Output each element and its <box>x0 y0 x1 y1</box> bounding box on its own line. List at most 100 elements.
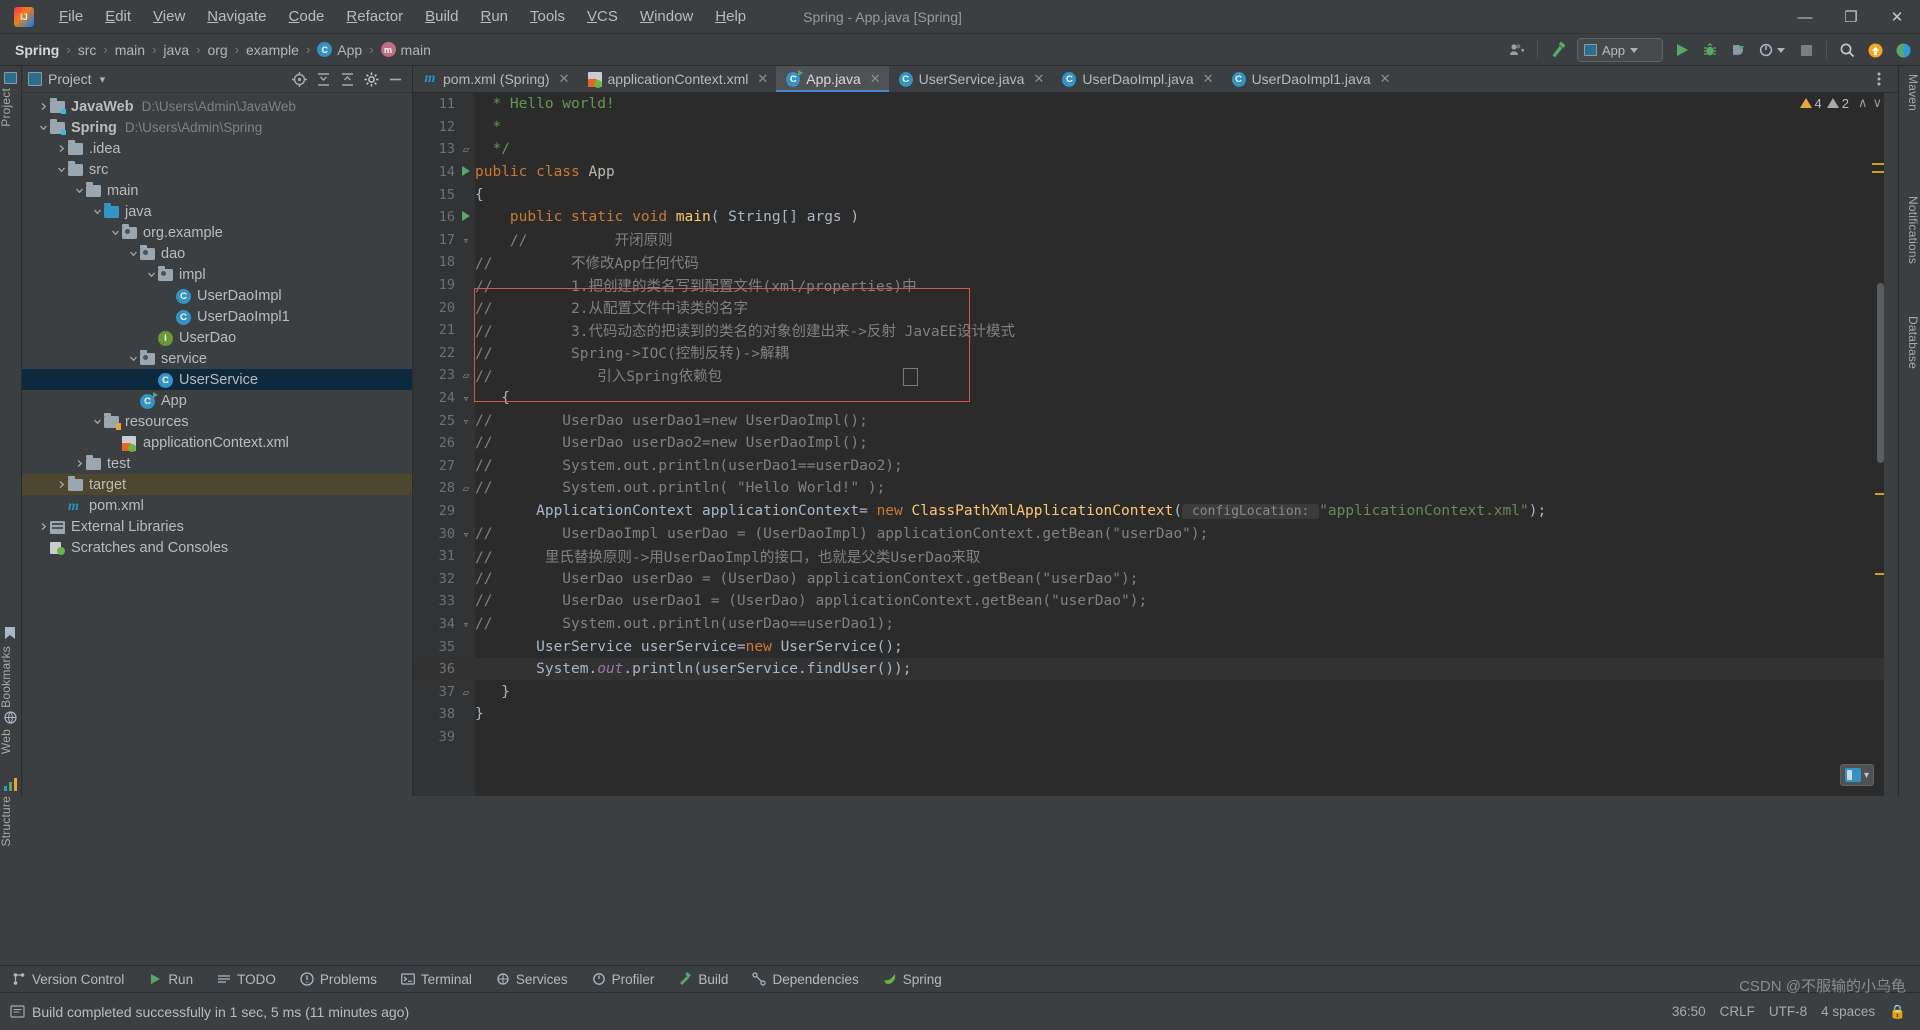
breadcrumb-item-spring[interactable]: Spring <box>10 40 64 60</box>
tree-node-external-libraries[interactable]: External Libraries <box>22 516 412 537</box>
fold-end-icon[interactable]: ▱ <box>463 369 470 382</box>
search-everywhere-icon[interactable] <box>1834 38 1860 62</box>
chevron-down-icon[interactable] <box>108 226 122 240</box>
menu-navigate[interactable]: Navigate <box>196 4 277 29</box>
run-icon[interactable] <box>1669 38 1695 62</box>
tree-node-userservice[interactable]: C UserService <box>22 369 412 390</box>
breadcrumb-item-org[interactable]: org <box>202 40 232 60</box>
tree-node-scratches-and-consoles[interactable]: Scratches and Consoles <box>22 537 412 558</box>
code-line[interactable]: 34 ▿ // System.out.println(userDao==userDa… <box>413 613 1884 636</box>
inspections-widget[interactable]: 4 2 ∧ ∨ <box>1799 95 1882 111</box>
editor-scrollbar[interactable] <box>1877 283 1884 463</box>
menu-window[interactable]: Window <box>629 4 704 29</box>
chevron-down-icon[interactable]: ▾ <box>1864 770 1869 781</box>
file-encoding[interactable]: UTF-8 <box>1769 1004 1807 1019</box>
menu-help[interactable]: Help <box>704 4 757 29</box>
prev-problem-icon[interactable]: ∧ <box>1858 95 1868 111</box>
tab-close-icon[interactable]: ✕ <box>559 71 570 87</box>
tree-node-dao[interactable]: dao <box>22 243 412 264</box>
line-separator[interactable]: CRLF <box>1720 1004 1755 1019</box>
chevron-down-icon[interactable]: ▾ <box>100 73 106 86</box>
strip-item-database[interactable]: Database <box>1898 316 1920 369</box>
code-line[interactable]: 28 ▱ // System.out.println( "Hello World!"… <box>413 477 1884 500</box>
breadcrumb-item-app[interactable]: C App <box>312 40 367 60</box>
menu-file[interactable]: File <box>48 4 94 29</box>
chevron-down-icon[interactable] <box>90 415 104 429</box>
tree-node-resources[interactable]: resources <box>22 411 412 432</box>
code-line[interactable]: 32 // UserDao userDao = (UserDao) applica… <box>413 567 1884 590</box>
close-button[interactable]: ✕ <box>1874 0 1920 34</box>
code-line[interactable]: 16 public static void main( String[] arg… <box>413 206 1884 229</box>
code-line[interactable]: 26 // UserDao userDao2=new UserDaoImpl(); <box>413 432 1884 455</box>
code-line[interactable]: 36 System.out.println(userService.findUs… <box>413 657 1884 681</box>
breadcrumb-item-main[interactable]: m main <box>376 40 436 60</box>
editor-tab-userservice-java[interactable]: C UserService.java ✕ <box>889 66 1053 92</box>
tree-node-applicationcontext-xml[interactable]: applicationContext.xml <box>22 432 412 453</box>
menu-run[interactable]: Run <box>469 4 519 29</box>
chevron-down-icon[interactable] <box>90 205 104 219</box>
code-line[interactable]: 23 ▱ // 引入Spring依赖包 <box>413 364 1884 387</box>
strip-item-structure[interactable]: Structure <box>0 796 21 847</box>
code-lines[interactable]: 11 * Hello world! 12 * 13 ▱ */14 public clas… <box>413 93 1884 796</box>
fold-open-icon[interactable]: ▿ <box>463 528 470 541</box>
tool-window-services[interactable]: Services <box>484 966 580 993</box>
breadcrumb-item-java[interactable]: java <box>158 40 194 60</box>
settings-gear-icon[interactable] <box>363 71 380 88</box>
next-problem-icon[interactable]: ∨ <box>1872 95 1882 111</box>
tree-node-userdaoimpl1[interactable]: C UserDaoImpl1 <box>22 306 412 327</box>
code-line[interactable]: 12 * <box>413 116 1884 139</box>
menu-build[interactable]: Build <box>414 4 469 29</box>
chevron-down-icon[interactable] <box>36 121 50 135</box>
fold-end-icon[interactable]: ▱ <box>463 482 470 495</box>
tool-window-todo[interactable]: TODO <box>205 966 288 993</box>
code-line[interactable]: 30 ▿ // UserDaoImpl userDao = (UserDaoImpl… <box>413 522 1884 545</box>
code-line[interactable]: 25 ▿ // UserDao userDao1=new UserDaoImpl()… <box>413 409 1884 432</box>
menu-vcs[interactable]: VCS <box>576 4 629 29</box>
code-line[interactable]: 29 ApplicationContext applicationContext… <box>413 500 1884 523</box>
strip-item-maven[interactable]: Maven <box>1898 74 1920 111</box>
maximize-button[interactable]: ❐ <box>1828 0 1874 34</box>
menu-code[interactable]: Code <box>278 4 336 29</box>
code-line[interactable]: 13 ▱ */ <box>413 138 1884 161</box>
fold-open-icon[interactable]: ▿ <box>463 618 470 631</box>
code-line[interactable]: 11 * Hello world! <box>413 93 1884 116</box>
debug-icon[interactable] <box>1697 38 1723 62</box>
tree-node-test[interactable]: test <box>22 453 412 474</box>
tool-window-version-control[interactable]: Version Control <box>0 966 136 993</box>
tool-window-build[interactable]: Build <box>666 966 740 993</box>
tree-node-app[interactable]: C App <box>22 390 412 411</box>
tab-close-icon[interactable]: ✕ <box>1033 71 1044 87</box>
tool-window-problems[interactable]: Problems <box>288 966 389 993</box>
chevron-right-icon[interactable] <box>72 457 86 471</box>
tree-node-javaweb[interactable]: JavaWeb D:\Users\Admin\JavaWeb <box>22 96 412 117</box>
more-options-icon[interactable] <box>1866 67 1892 91</box>
tool-window-spring[interactable]: Spring <box>871 966 954 993</box>
tree-node-spring[interactable]: Spring D:\Users\Admin\Spring <box>22 117 412 138</box>
code-line[interactable]: 14 public class App <box>413 161 1884 184</box>
fold-end-icon[interactable]: ▱ <box>463 686 470 699</box>
tree-node-userdaoimpl[interactable]: C UserDaoImpl <box>22 285 412 306</box>
expand-all-icon[interactable] <box>315 71 332 88</box>
strip-item-project[interactable]: Project <box>0 88 21 127</box>
chevron-right-icon[interactable] <box>54 142 68 156</box>
chevron-down-icon[interactable] <box>54 163 68 177</box>
weak-warning-count-badge[interactable]: 2 <box>1826 96 1849 111</box>
updates-icon[interactable] <box>1862 38 1888 62</box>
code-line[interactable]: 19 // 1.把创建的类名写到配置文件(xml/properties)中 <box>413 274 1884 297</box>
breadcrumb-item-src[interactable]: src <box>73 40 102 60</box>
tree-node--idea[interactable]: .idea <box>22 138 412 159</box>
code-line[interactable]: 18 // 不修改App任何代码 <box>413 251 1884 274</box>
breadcrumb-item-example[interactable]: example <box>241 40 304 60</box>
code-line[interactable]: 15 { <box>413 183 1884 206</box>
strip-item-bookmarks[interactable]: Bookmarks <box>0 646 21 708</box>
profiler-icon[interactable] <box>1753 38 1779 62</box>
tab-close-icon[interactable]: ✕ <box>757 71 768 87</box>
code-line[interactable]: 20 // 2.从配置文件中读类的名字 <box>413 296 1884 319</box>
run-with-coverage-icon[interactable] <box>1725 38 1751 62</box>
chevron-down-icon[interactable] <box>144 268 158 282</box>
fold-open-icon[interactable]: ▿ <box>463 392 470 405</box>
chevron-right-icon[interactable] <box>54 478 68 492</box>
menu-tools[interactable]: Tools <box>519 4 576 29</box>
tool-window-terminal[interactable]: Terminal <box>389 966 484 993</box>
tab-close-icon[interactable]: ✕ <box>1203 71 1214 87</box>
